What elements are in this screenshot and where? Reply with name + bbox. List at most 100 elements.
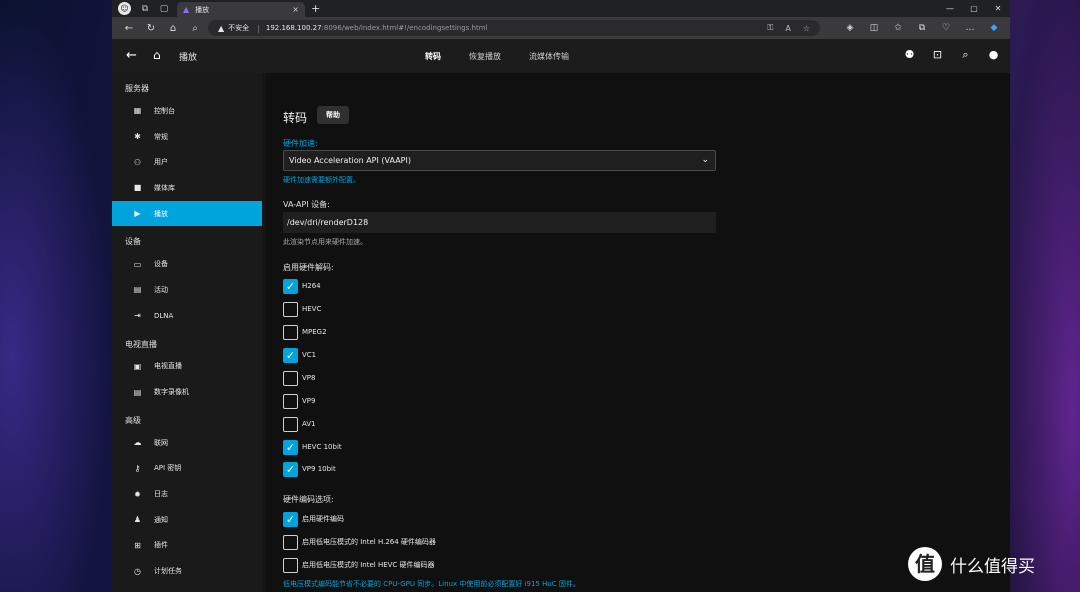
url-bar[interactable]: ▲ 不安全 | 192.168.100.27 :8096/web/index.h… — [208, 20, 820, 36]
decoder-h264[interactable]: ✓ H264 — [283, 278, 321, 294]
search-icon[interactable]: ⌕ — [959, 48, 972, 62]
cast-icon[interactable]: ⊡ — [931, 48, 944, 62]
collections-icon[interactable]: ⧉ — [910, 23, 934, 33]
checkbox[interactable]: ✓ — [283, 461, 298, 477]
checkbox[interactable] — [283, 370, 298, 386]
cart-icon: ⊞ — [134, 540, 141, 550]
decoder-vp9[interactable]: VP9 — [283, 393, 315, 409]
checkbox[interactable] — [283, 416, 298, 432]
decoder-mpeg2[interactable]: MPEG2 — [283, 324, 327, 340]
insecure-label: 不安全 — [228, 24, 250, 32]
devices-icon: ▭ — [133, 259, 142, 269]
close-tab-icon[interactable]: × — [292, 5, 299, 14]
sidebar-item-notifications[interactable]: ♟ 通知 — [112, 507, 262, 533]
decoder-hevc[interactable]: HEVC — [283, 301, 321, 317]
decoder-vp9-10bit[interactable]: ✓ VP9 10bit — [283, 461, 336, 477]
key-icon: ⚷ — [134, 463, 141, 473]
watermark-logo: 值 — [908, 547, 942, 581]
checkbox[interactable]: ✓ — [283, 439, 298, 455]
copilot-icon[interactable]: ◆ — [982, 23, 1006, 33]
tab-resume[interactable]: 恢复播放 — [469, 51, 501, 62]
checkbox-label: VP9 10bit — [302, 465, 336, 473]
watermark: 值 什么值得买 — [908, 547, 1035, 581]
omnibox-actions: ⚿ A ☆ — [755, 20, 810, 36]
sidebar-item-devices[interactable]: ▭ 设备 — [112, 251, 262, 277]
vaapi-note: 此渲染节点用来硬件加速。 — [283, 238, 367, 246]
user-icon[interactable]: ● — [987, 48, 1000, 62]
activity-icon: ▤ — [133, 285, 142, 295]
section-title-livetv: 电视直播 — [125, 339, 157, 349]
checkbox[interactable] — [283, 324, 298, 340]
sidebar-item-scheduled-tasks[interactable]: ◷ 计划任务 — [112, 558, 262, 584]
checkbox[interactable] — [283, 393, 298, 409]
browser-window: ☺ ⧉ ▢ ▲ 播放 × + — ▢ ✕ ← ↻ ⌂ ⌕ ▲ 不安全 | 192… — [112, 0, 1010, 592]
tab-actions-icon[interactable]: ▢ — [159, 4, 169, 14]
section-title: 转码 — [283, 111, 308, 125]
encoder-lowpower-hevc[interactable]: 启用低电压模式的 Intel HEVC 硬件编码器 — [283, 557, 435, 573]
sidebar-item-playback[interactable]: ▶ 播放 — [112, 200, 262, 227]
workspaces-icon[interactable]: ⧉ — [140, 4, 150, 14]
browser-tab[interactable]: ▲ 播放 × — [177, 2, 305, 17]
header-actions: ⚉ ⊡ ⌕ ● — [888, 48, 1000, 62]
checkbox[interactable] — [283, 301, 298, 317]
checkbox[interactable] — [283, 534, 298, 550]
extension-icon[interactable]: ◈ — [838, 23, 862, 33]
back-icon[interactable]: ← — [118, 23, 140, 34]
checkbox[interactable]: ✓ — [283, 347, 298, 363]
hw-accel-value: Video Acceleration API (VAAPI) — [289, 156, 411, 165]
minimize-icon[interactable]: — — [938, 0, 962, 17]
checkbox-label: 启用低电压模式的 Intel H.264 硬件编码器 — [302, 538, 436, 546]
sidebar-item-label: 插件 — [154, 541, 168, 550]
clock-icon: ◷ — [134, 566, 141, 576]
dvr-icon: ▤ — [133, 387, 142, 397]
sidebar-item-label: 常规 — [154, 132, 168, 141]
decoder-vc1[interactable]: ✓ VC1 — [283, 347, 316, 363]
sidebar-item-libraries[interactable]: ■ 媒体库 — [112, 175, 262, 201]
checkbox[interactable] — [283, 557, 298, 573]
sidebar-item-plugins[interactable]: ⊞ 插件 — [112, 533, 262, 559]
close-window-icon[interactable]: ✕ — [986, 0, 1010, 17]
vaapi-label: VA-API 设备: — [283, 200, 330, 209]
key-icon[interactable]: ⚿ — [767, 23, 773, 33]
reload-icon[interactable]: ↻ — [140, 23, 162, 34]
sync-play-icon[interactable]: ⚉ — [903, 48, 916, 62]
hw-accel-select[interactable]: Video Acceleration API (VAAPI) ⌄ — [283, 150, 716, 171]
decoder-hevc-10bit[interactable]: ✓ HEVC 10bit — [283, 439, 342, 455]
chevron-down-icon: ⌄ — [701, 155, 709, 165]
help-button[interactable]: 帮助 — [317, 106, 349, 124]
checkbox[interactable]: ✓ — [283, 278, 298, 294]
sidebar-item-live-tv[interactable]: ▣ 电视直播 — [112, 354, 262, 380]
sidebar-item-general[interactable]: ✱ 常规 — [112, 124, 262, 150]
sidebar-item-users[interactable]: ⚇ 用户 — [112, 149, 262, 175]
tab-transcoding[interactable]: 转码 — [425, 51, 441, 62]
favorite-icon[interactable]: ☆ — [803, 24, 810, 33]
maximize-icon[interactable]: ▢ — [962, 0, 986, 17]
vaapi-device-input[interactable]: /dev/dri/renderD128 — [283, 212, 716, 233]
sidebar-item-networking[interactable]: ☁ 联网 — [112, 430, 262, 456]
home-icon[interactable]: ⌂ — [162, 23, 184, 34]
sidebar-item-dvr[interactable]: ▤ 数字录像机 — [112, 379, 262, 405]
favorites-icon[interactable]: ✩ — [886, 23, 910, 33]
sidebar-item-logs[interactable]: ✹ 日志 — [112, 481, 262, 507]
encoder-lowpower-h264[interactable]: 启用低电压模式的 Intel H.264 硬件编码器 — [283, 534, 436, 550]
profile-icon[interactable]: ☺ — [118, 2, 131, 15]
more-icon[interactable]: … — [958, 23, 982, 33]
new-tab-button[interactable]: + — [311, 2, 320, 15]
sidebar-item-api-keys[interactable]: ⚷ API 密钥 — [112, 456, 262, 482]
decoder-av1[interactable]: AV1 — [283, 416, 316, 432]
heart-icon[interactable]: ♡ — [934, 23, 958, 33]
low-power-note: 低电压模式编码能节省不必要的 CPU-GPU 同步。Linux 中使用前必须配置… — [283, 580, 580, 588]
tab-strip: ☺ ⧉ ▢ ▲ 播放 × + — ▢ ✕ — [112, 0, 1010, 17]
encoder-enable[interactable]: ✓ 启用硬件编码 — [283, 511, 344, 527]
split-screen-icon[interactable]: ◫ — [862, 23, 886, 33]
live-tv-icon: ▣ — [133, 361, 142, 371]
sidebar-item-activity[interactable]: ▤ 活动 — [112, 277, 262, 303]
checkbox[interactable]: ✓ — [283, 511, 298, 527]
sidebar-item-dashboard[interactable]: ▦ 控制台 — [112, 98, 262, 124]
search-icon[interactable]: ⌕ — [184, 23, 206, 34]
tab-streaming[interactable]: 流媒体传输 — [529, 51, 569, 62]
decoder-vp8[interactable]: VP8 — [283, 370, 315, 386]
read-aloud-icon[interactable]: A — [785, 24, 790, 33]
sidebar-item-dlna[interactable]: ⇥ DLNA — [112, 303, 262, 329]
sidebar-item-label: 计划任务 — [154, 567, 182, 576]
